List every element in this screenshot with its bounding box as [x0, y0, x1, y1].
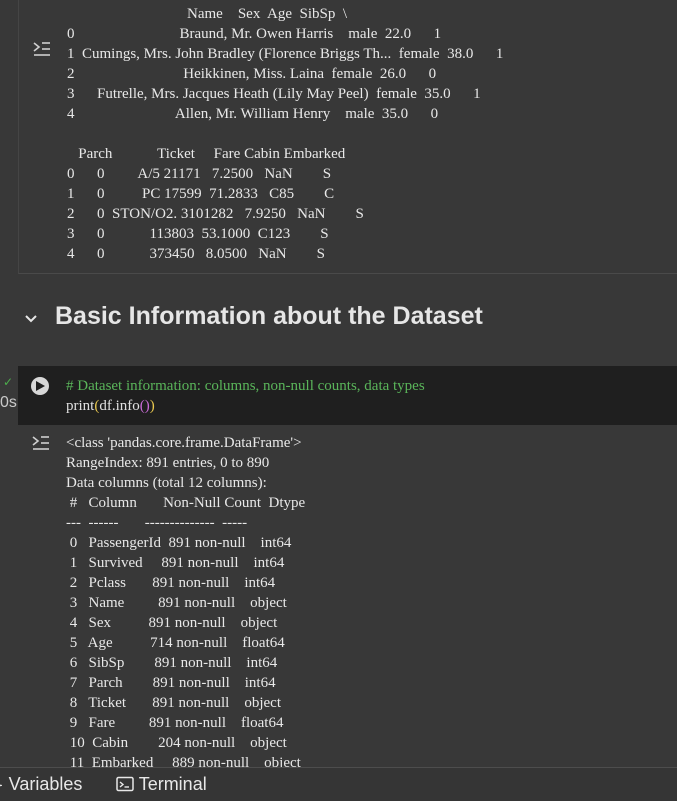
braces-icon: }: [0, 775, 4, 794]
terminal-label: Terminal: [138, 774, 207, 794]
dataframe-head-output: Name Sex Age SibSp \ 0 Braund, Mr. Owen …: [18, 0, 677, 274]
bottom-bar: } Variables Terminal: [0, 767, 677, 801]
code-paren-inner: (): [139, 398, 150, 414]
chevron-down-icon[interactable]: [24, 312, 38, 331]
terminal-icon: [116, 776, 134, 797]
df-info-output: <class 'pandas.core.frame.DataFrame'> Ra…: [66, 435, 306, 771]
section-title: Basic Information about the Dataset: [55, 302, 483, 330]
play-icon: [36, 381, 45, 391]
cell-success-check-icon: ✓: [3, 375, 14, 389]
code-print: print: [66, 398, 95, 414]
terminal-tab[interactable]: Terminal: [116, 774, 207, 797]
variables-tab[interactable]: } Variables: [0, 774, 82, 795]
output-actions-icon[interactable]: [31, 38, 53, 60]
code-cell[interactable]: # Dataset information: columns, non-null…: [18, 366, 677, 425]
code-call: df.info: [99, 398, 140, 414]
code-comment[interactable]: # Dataset information: columns, non-null…: [66, 376, 425, 396]
code-paren-close: ): [149, 398, 155, 414]
variables-label: Variables: [8, 774, 83, 794]
cell-exec-time: 0s: [0, 394, 17, 411]
output-actions-icon[interactable]: [30, 432, 52, 454]
run-cell-button[interactable]: [31, 377, 49, 395]
section-header[interactable]: Basic Information about the Dataset: [0, 300, 677, 340]
dataframe-head-text: Name Sex Age SibSp \ 0 Braund, Mr. Owen …: [67, 6, 504, 262]
code-line[interactable]: print(df.info()): [66, 396, 155, 416]
